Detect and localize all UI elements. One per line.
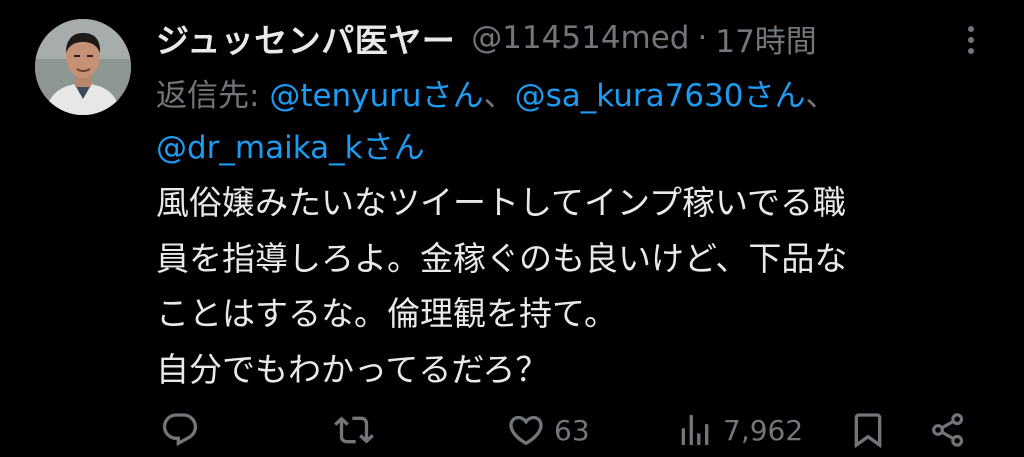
tweet-text-line: ことはするな。倫理観を持て。: [156, 294, 618, 333]
tweet-text-line: 風俗嬢みたいなツイートしてインプ稼いでる職: [156, 183, 847, 222]
mention-separator: 、: [483, 78, 515, 114]
share-icon: [932, 413, 964, 447]
views-icon: [681, 415, 709, 445]
mention-separator: 、: [805, 78, 837, 114]
like-count: 63: [554, 413, 590, 447]
share-button[interactable]: [928, 404, 968, 456]
mention-link[interactable]: @sa_kura7630さん: [515, 78, 806, 114]
reply-to: 返信先: @tenyuruさん、@sa_kura7630さん、 @dr_maik…: [156, 70, 976, 174]
separator-dot: ·: [697, 20, 708, 56]
more-options-icon[interactable]: [956, 20, 986, 60]
views-count: 7,962: [723, 413, 804, 447]
tweet-text: 風俗嬢みたいなツイートしてインプ稼いでる職 員を指導しろよ。金稼ぐのも良いけど、…: [156, 175, 1006, 397]
reply-to-prefix: 返信先:: [156, 78, 270, 114]
heart-icon: [509, 415, 543, 446]
reply-button[interactable]: [160, 404, 208, 456]
action-bar: 63 7,962: [0, 404, 1024, 456]
tweet: ジュッセンパ医ヤー @114514med · 17時間 返信先: @tenyur…: [0, 0, 1024, 457]
avatar[interactable]: [35, 19, 131, 115]
mention-link[interactable]: @dr_maika_kさん: [156, 130, 425, 166]
reply-icon: [162, 413, 198, 447]
display-name[interactable]: ジュッセンパ医ヤー: [156, 14, 455, 62]
retweet-button[interactable]: [334, 404, 382, 456]
tweet-text-line: 員を指導しろよ。金稼ぐのも良いけど、下品な: [156, 238, 848, 278]
mention-link[interactable]: @tenyuruさん: [269, 78, 483, 114]
bookmark-button[interactable]: [848, 404, 888, 456]
retweet-icon: [334, 416, 374, 444]
tweet-header: ジュッセンパ医ヤー @114514med · 17時間: [156, 14, 817, 62]
avatar-photo: [35, 19, 131, 115]
views-button[interactable]: 7,962: [675, 404, 803, 456]
user-handle[interactable]: @114514med: [471, 20, 689, 56]
timestamp[interactable]: 17時間: [715, 16, 816, 61]
bookmark-icon: [854, 413, 882, 449]
tweet-text-line: 自分でもわかってるだろ？: [156, 349, 549, 389]
like-button[interactable]: 63: [506, 404, 590, 456]
